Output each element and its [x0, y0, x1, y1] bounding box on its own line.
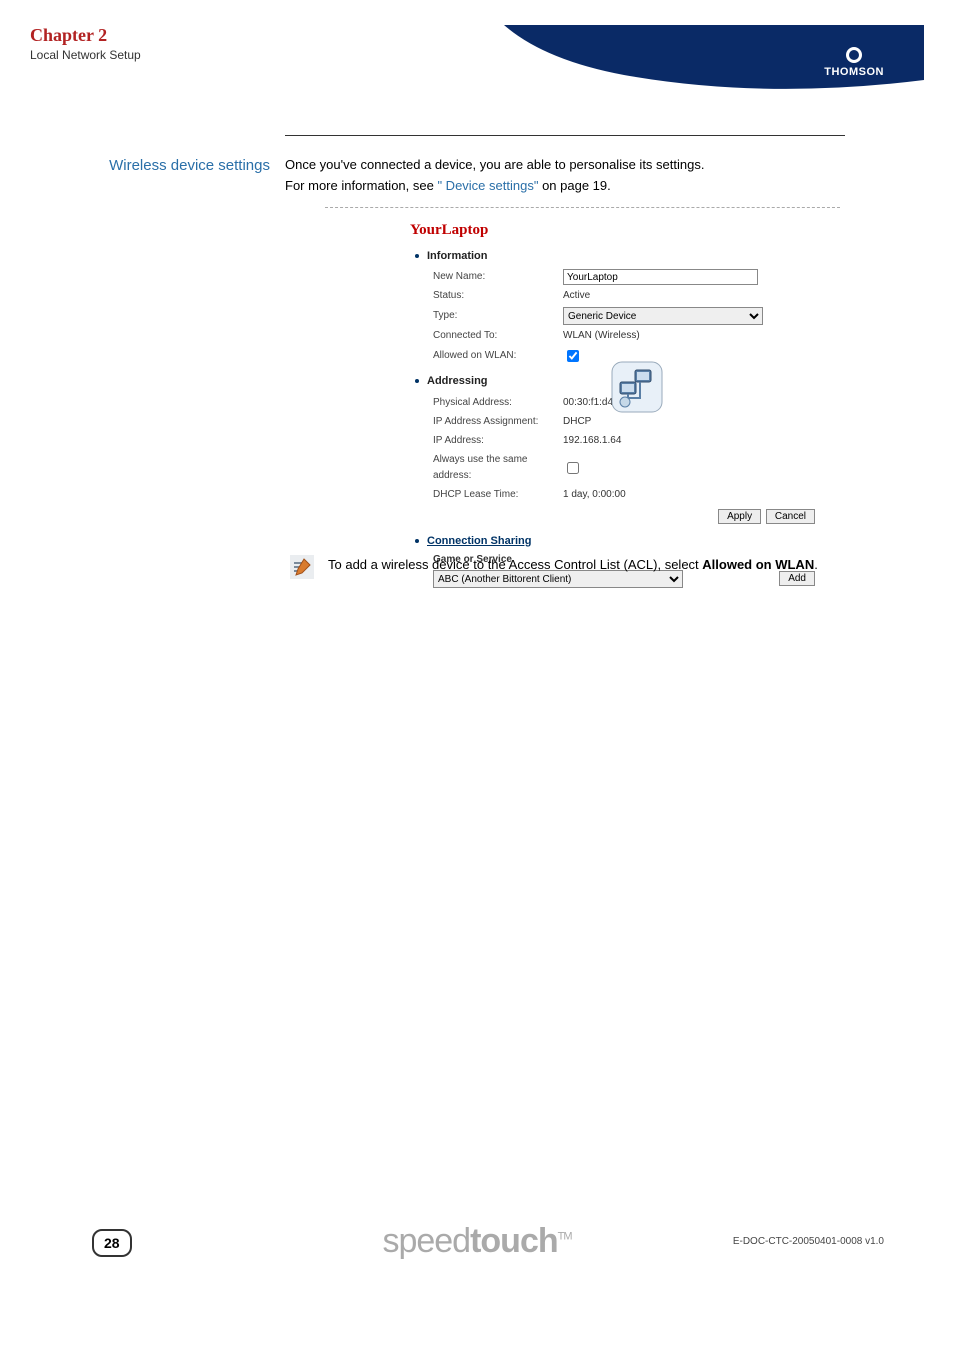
- note-bold: Allowed on WLAN: [702, 557, 814, 572]
- new-name-label: New Name:: [433, 269, 563, 285]
- thomson-brand-text: THOMSON: [824, 66, 884, 78]
- type-label: Type:: [433, 308, 563, 324]
- device-computer-icon: [610, 360, 665, 415]
- same-addr-label: Always use the same address:: [433, 452, 563, 484]
- horizontal-rule: [285, 135, 845, 136]
- ip-assign-label: IP Address Assignment:: [433, 414, 563, 430]
- information-heading: Information: [415, 248, 840, 266]
- document-id: E-DOC-CTC-20050401-0008 v1.0: [733, 1236, 884, 1247]
- new-name-input[interactable]: [563, 269, 758, 285]
- lease-label: DHCP Lease Time:: [433, 487, 563, 503]
- intro-line-1: Once you've connected a device, you are …: [285, 155, 855, 176]
- ip-assign-value: DHCP: [563, 414, 591, 430]
- note-pencil-icon: [290, 555, 314, 579]
- status-label: Status:: [433, 288, 563, 304]
- type-select[interactable]: Generic Device: [563, 307, 763, 325]
- intro-line-2: For more information, see " Device setti…: [285, 176, 855, 197]
- intro-pre: For more information, see: [285, 178, 437, 193]
- phys-addr-label: Physical Address:: [433, 395, 563, 411]
- device-settings-link[interactable]: " Device settings": [437, 178, 538, 193]
- ip-addr-label: IP Address:: [433, 433, 563, 449]
- status-value: Active: [563, 288, 590, 304]
- connected-to-label: Connected To:: [433, 328, 563, 344]
- device-title: YourLaptop: [410, 218, 840, 242]
- lease-value: 1 day, 0:00:00: [563, 487, 626, 503]
- same-addr-checkbox[interactable]: [567, 462, 579, 474]
- logo-speed: speed: [382, 1222, 470, 1260]
- note-pre: To add a wireless device to the Access C…: [328, 557, 702, 572]
- thomson-icon: [846, 47, 862, 63]
- intro-post: on page 19.: [538, 178, 610, 193]
- connected-to-value: WLAN (Wireless): [563, 328, 640, 344]
- ip-addr-value: 192.168.1.64: [563, 433, 621, 449]
- note-text: To add a wireless device to the Access C…: [328, 555, 818, 575]
- apply-button[interactable]: Apply: [718, 509, 761, 524]
- device-settings-panel: YourLaptop Information New Name: Status:…: [325, 207, 840, 589]
- thomson-logo: THOMSON: [824, 47, 884, 78]
- cancel-button[interactable]: Cancel: [766, 509, 815, 524]
- connection-sharing-heading: Connection Sharing: [415, 533, 840, 551]
- note-post: .: [814, 557, 818, 572]
- allowed-wlan-checkbox[interactable]: [567, 350, 579, 362]
- logo-tm: TM: [558, 1231, 572, 1243]
- allowed-wlan-label: Allowed on WLAN:: [433, 348, 563, 364]
- logo-touch: touch: [470, 1222, 558, 1260]
- section-label: Wireless device settings: [30, 155, 270, 176]
